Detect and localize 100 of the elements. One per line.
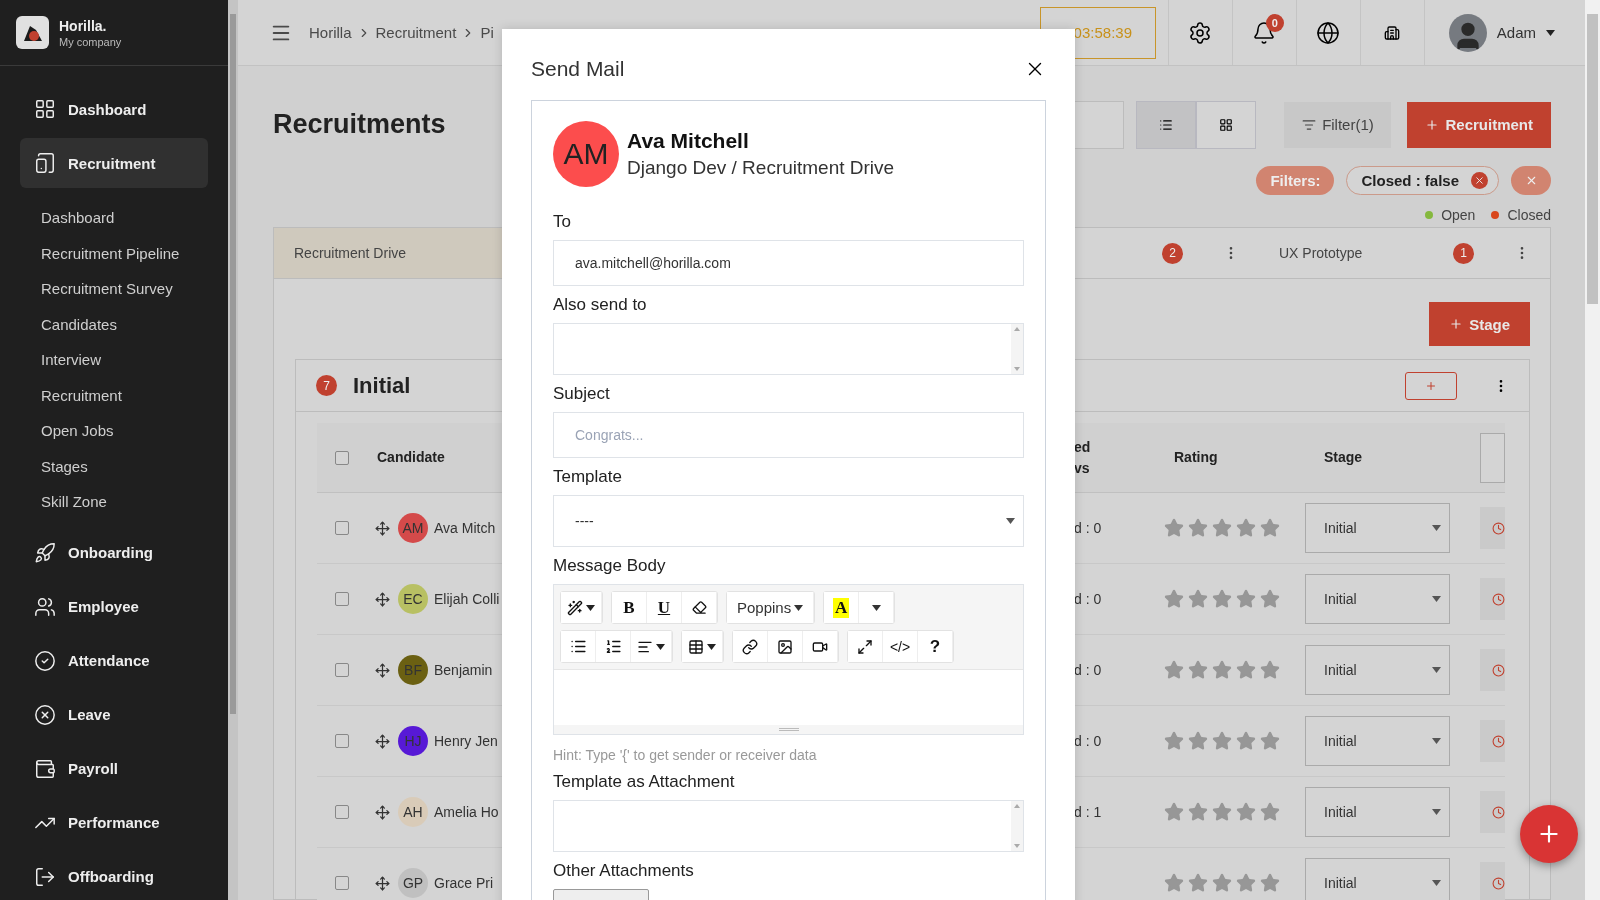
sidebar-item[interactable]: Attendance xyxy=(20,635,208,686)
rating-stars[interactable] xyxy=(1164,802,1280,822)
sidebar-item[interactable]: Recruitment xyxy=(20,138,208,188)
add-recruitment-button[interactable]: Recruitment xyxy=(1407,101,1551,148)
plus-icon xyxy=(1449,317,1464,331)
globe-icon[interactable] xyxy=(1316,20,1341,45)
scroll-up-icon[interactable] xyxy=(1014,804,1020,808)
table-button[interactable] xyxy=(682,631,723,662)
remove-icon[interactable] xyxy=(1471,172,1488,189)
style-button[interactable] xyxy=(561,592,602,623)
submenu-item[interactable]: Recruitment Pipeline xyxy=(20,235,208,271)
caret-icon xyxy=(656,643,665,650)
candidate-name[interactable]: Henry Jen xyxy=(434,733,498,749)
bullet-list-button[interactable] xyxy=(561,631,596,662)
stage-select[interactable]: Initial xyxy=(1305,645,1450,695)
text-color-button[interactable]: A xyxy=(824,592,860,623)
submenu-item[interactable]: Stages xyxy=(20,448,208,484)
input-field[interactable]: ava.mitchell@horilla.com xyxy=(553,240,1024,286)
rating-stars[interactable] xyxy=(1164,873,1280,893)
submenu-item[interactable]: Skill Zone xyxy=(20,484,208,520)
stage-select[interactable]: Initial xyxy=(1305,574,1450,624)
sidebar-item[interactable]: Onboarding xyxy=(20,527,208,578)
scroll-up-icon[interactable] xyxy=(1014,327,1020,331)
checkbox[interactable] xyxy=(335,663,349,677)
filter-button[interactable]: Filter(1) xyxy=(1284,101,1392,148)
drag-icon[interactable] xyxy=(375,804,390,820)
rating-stars[interactable] xyxy=(1164,518,1280,538)
star-icon xyxy=(1188,802,1208,822)
grid-view-button[interactable] xyxy=(1196,100,1257,149)
user-name[interactable]: Adam xyxy=(1496,24,1536,41)
candidate-name[interactable]: Ava Mitch xyxy=(434,520,496,536)
bold-button[interactable]: B xyxy=(612,592,647,623)
candidate-name[interactable]: Grace Pri xyxy=(434,875,494,891)
submenu-item[interactable]: Interview xyxy=(20,342,208,378)
submenu-item[interactable]: Candidates xyxy=(20,306,208,342)
add-fab-button[interactable] xyxy=(1520,805,1578,863)
rating-stars[interactable] xyxy=(1164,660,1280,680)
building-icon[interactable] xyxy=(1384,24,1401,41)
sidebar-item[interactable]: Offboarding xyxy=(20,851,208,900)
breadcrumb-link[interactable]: Recruitment xyxy=(375,24,457,41)
candidate-name[interactable]: Elijah Colli xyxy=(434,591,500,607)
sidebar-item[interactable]: Payroll xyxy=(20,743,208,794)
schedule-button[interactable] xyxy=(1480,720,1505,762)
count-badge: 1 xyxy=(1453,242,1474,264)
list-view-button[interactable] xyxy=(1136,100,1197,149)
candidate-name[interactable]: Amelia Ho xyxy=(434,804,499,820)
user-avatar[interactable] xyxy=(1448,13,1487,52)
star-icon xyxy=(1188,873,1208,893)
checkbox[interactable] xyxy=(335,450,349,465)
filters-label: Filters: xyxy=(1256,166,1335,195)
schedule-button[interactable] xyxy=(1480,791,1505,833)
stage-select[interactable]: Initial xyxy=(1305,858,1450,900)
add-stage-button[interactable]: Stage xyxy=(1429,302,1530,346)
drag-icon[interactable] xyxy=(375,875,390,891)
stage-select[interactable]: Initial xyxy=(1305,503,1450,553)
star-icon xyxy=(1212,660,1232,680)
wand-icon xyxy=(567,599,583,616)
sidebar-item[interactable]: Dashboard xyxy=(20,84,208,134)
schedule-button[interactable] xyxy=(1480,649,1505,691)
submenu-item[interactable]: Open Jobs xyxy=(20,413,208,449)
breadcrumb-link[interactable]: Pi xyxy=(480,24,494,41)
stage-select[interactable]: Initial xyxy=(1305,787,1450,837)
input-field[interactable]: Congrats... xyxy=(553,412,1024,458)
checkbox[interactable] xyxy=(335,521,349,535)
submenu-item[interactable]: Recruitment Survey xyxy=(20,271,208,307)
settings-icon[interactable] xyxy=(1188,20,1213,45)
star-icon xyxy=(1164,660,1184,680)
checkbox[interactable] xyxy=(335,592,349,606)
rocket-icon xyxy=(34,541,56,564)
submenu-item[interactable]: Recruitment xyxy=(20,377,208,413)
bell-icon[interactable] xyxy=(1252,20,1277,45)
stage-select[interactable]: Initial xyxy=(1305,716,1450,766)
scroll-down-icon[interactable] xyxy=(1014,367,1020,371)
schedule-button[interactable] xyxy=(1480,507,1505,549)
submenu-item[interactable]: Dashboard xyxy=(20,200,208,236)
brand-name: Horilla. xyxy=(59,17,108,34)
sidebar-item[interactable]: Leave xyxy=(20,689,208,740)
star-icon xyxy=(1236,731,1256,751)
schedule-button[interactable] xyxy=(1480,578,1505,620)
candidate-name[interactable]: Benjamin xyxy=(434,662,493,678)
sidebar-item[interactable]: Performance xyxy=(20,797,208,848)
breadcrumb-link[interactable]: Horilla xyxy=(309,24,352,41)
drag-icon[interactable] xyxy=(375,520,390,536)
resize-grip[interactable] xyxy=(778,728,799,731)
template-select[interactable]: ---- xyxy=(553,495,1024,547)
add-button[interactable] xyxy=(1405,371,1457,400)
link-button[interactable] xyxy=(733,631,768,662)
drag-icon[interactable] xyxy=(375,591,390,607)
font-button[interactable]: Poppins xyxy=(727,592,815,623)
schedule-button[interactable] xyxy=(1480,862,1505,900)
checkbox[interactable] xyxy=(335,734,349,748)
checkbox[interactable] xyxy=(335,876,349,890)
sidebar-item[interactable]: Employee xyxy=(20,581,208,632)
rating-stars[interactable] xyxy=(1164,589,1280,609)
checkbox[interactable] xyxy=(335,805,349,819)
fullscreen-button[interactable] xyxy=(848,631,883,662)
drag-icon[interactable] xyxy=(375,733,390,749)
drag-icon[interactable] xyxy=(375,662,390,678)
rating-stars[interactable] xyxy=(1164,731,1280,751)
clear-filters-button[interactable] xyxy=(1511,166,1551,195)
